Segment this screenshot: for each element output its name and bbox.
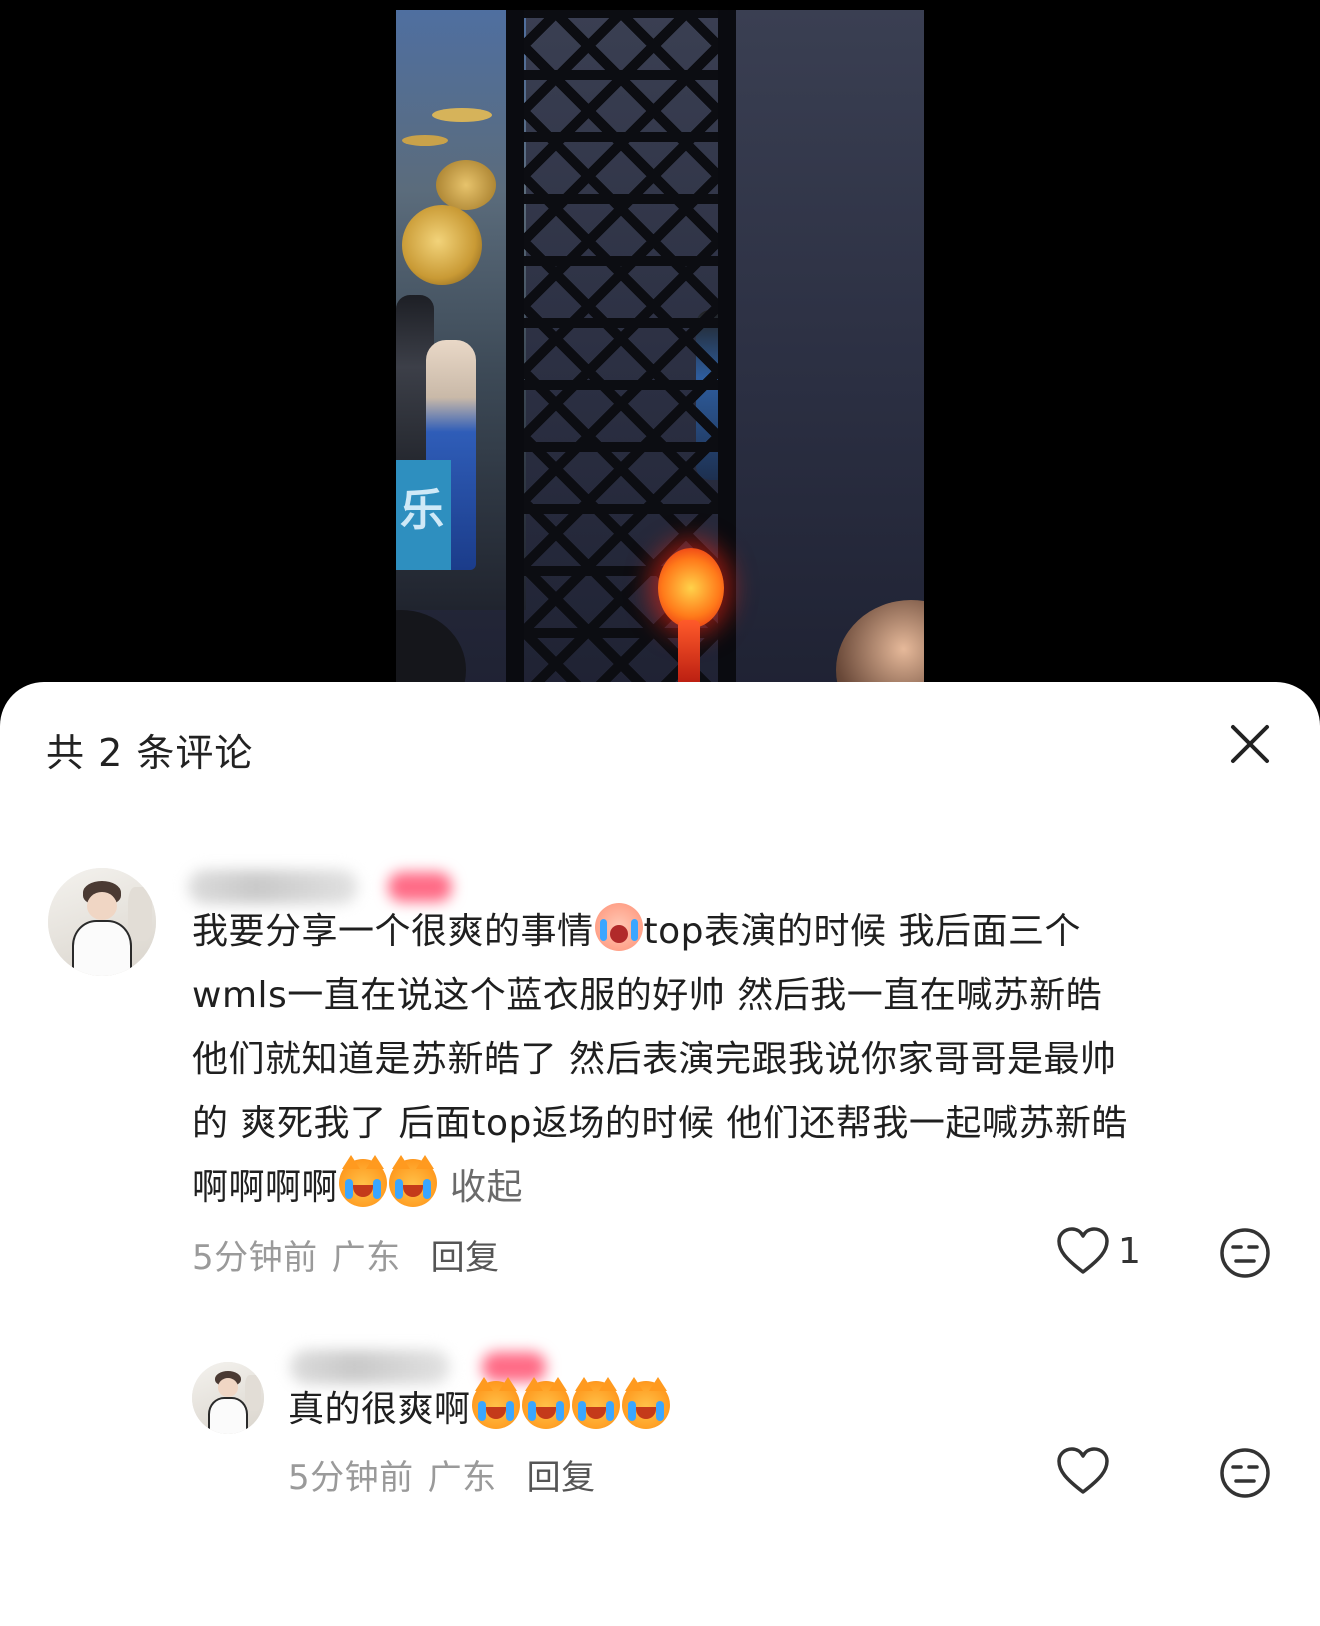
reply-text: 真的很爽啊 — [288, 1389, 471, 1430]
like-button[interactable] — [1056, 1446, 1118, 1496]
avatar[interactable] — [192, 1362, 264, 1434]
audience-head-left — [396, 610, 466, 690]
comments-count-title: 共 2 条评论 — [46, 731, 254, 775]
audience-head-right — [836, 600, 924, 690]
comment-line-2: top表演的时候 我后面三个 — [643, 911, 1081, 952]
reaction-button[interactable] — [1218, 1226, 1272, 1280]
close-icon — [1231, 725, 1269, 763]
comment-body: 我要分享一个很爽的事情 top表演的时候 我后面三个 wmls一直在说这个蓝衣服的… — [192, 900, 1272, 1220]
like-count: 1 — [1118, 1230, 1141, 1272]
reply-time: 5分钟前 — [288, 1458, 414, 1498]
bass-drum — [402, 205, 482, 285]
crying-cat-emoji — [521, 1377, 570, 1429]
reply-location: 广东 — [427, 1458, 497, 1498]
like-button[interactable]: 1 — [1056, 1226, 1141, 1276]
crying-cat-emoji — [339, 1155, 388, 1207]
author-name-blurred[interactable] — [188, 870, 358, 904]
reply-body: 真的很爽啊 — [288, 1377, 1188, 1442]
crying-cat-emoji — [471, 1377, 520, 1429]
comment-time: 5分钟前 — [192, 1238, 318, 1278]
comment-location: 广东 — [331, 1238, 401, 1278]
close-button[interactable] — [1224, 718, 1276, 770]
crying-face-emoji — [594, 903, 643, 951]
lightstick-handle — [678, 620, 700, 690]
video-player[interactable]: 乐 — [396, 10, 924, 690]
comment-line-3: wmls一直在说这个蓝衣服的好帅 然后我一直在喊苏新皓 — [192, 975, 1103, 1016]
comment-line-4: 他们就知道是苏新皓了 然后表演完跟我说你家哥哥是最帅 — [192, 1039, 1117, 1080]
comment-meta: 5分钟前 广东 回复 — [192, 1230, 500, 1279]
video-area: 乐 — [0, 0, 1320, 690]
neutral-face-icon — [1220, 1228, 1270, 1278]
comments-sheet: 共 2 条评论 我要分享一个很爽的事情 top表演的时候 我后面三个 wmls一直… — [0, 682, 1320, 1626]
author-badge-blurred — [388, 872, 452, 902]
comment-line-1: 我要分享一个很爽的事情 — [192, 911, 594, 952]
avatar[interactable] — [48, 868, 156, 976]
stage-sign-text: 乐 — [400, 485, 444, 536]
crying-cat-emoji — [621, 1377, 670, 1429]
reply-button[interactable]: 回复 — [431, 1238, 500, 1278]
heart-icon — [1057, 1447, 1109, 1494]
neutral-face-icon — [1220, 1448, 1270, 1498]
collapse-link[interactable]: 收起 — [450, 1167, 523, 1208]
crying-cat-emoji — [389, 1155, 438, 1207]
comment-line-5: 的 爽死我了 后面top返场的时候 他们还帮我一起喊苏新皓 — [192, 1103, 1128, 1144]
stage-sign: 乐 — [396, 460, 451, 570]
tom-drum — [436, 160, 496, 210]
reply-meta: 5分钟前 广东 回复 — [288, 1450, 596, 1499]
reaction-button[interactable] — [1218, 1446, 1272, 1500]
cymbal — [432, 108, 492, 122]
comment-line-6: 啊啊啊啊 — [192, 1167, 339, 1208]
lightstick-glow — [658, 548, 724, 628]
crying-cat-emoji — [571, 1377, 620, 1429]
cymbal-small — [402, 135, 448, 146]
heart-icon — [1057, 1227, 1109, 1274]
reply-button[interactable]: 回复 — [527, 1458, 596, 1498]
